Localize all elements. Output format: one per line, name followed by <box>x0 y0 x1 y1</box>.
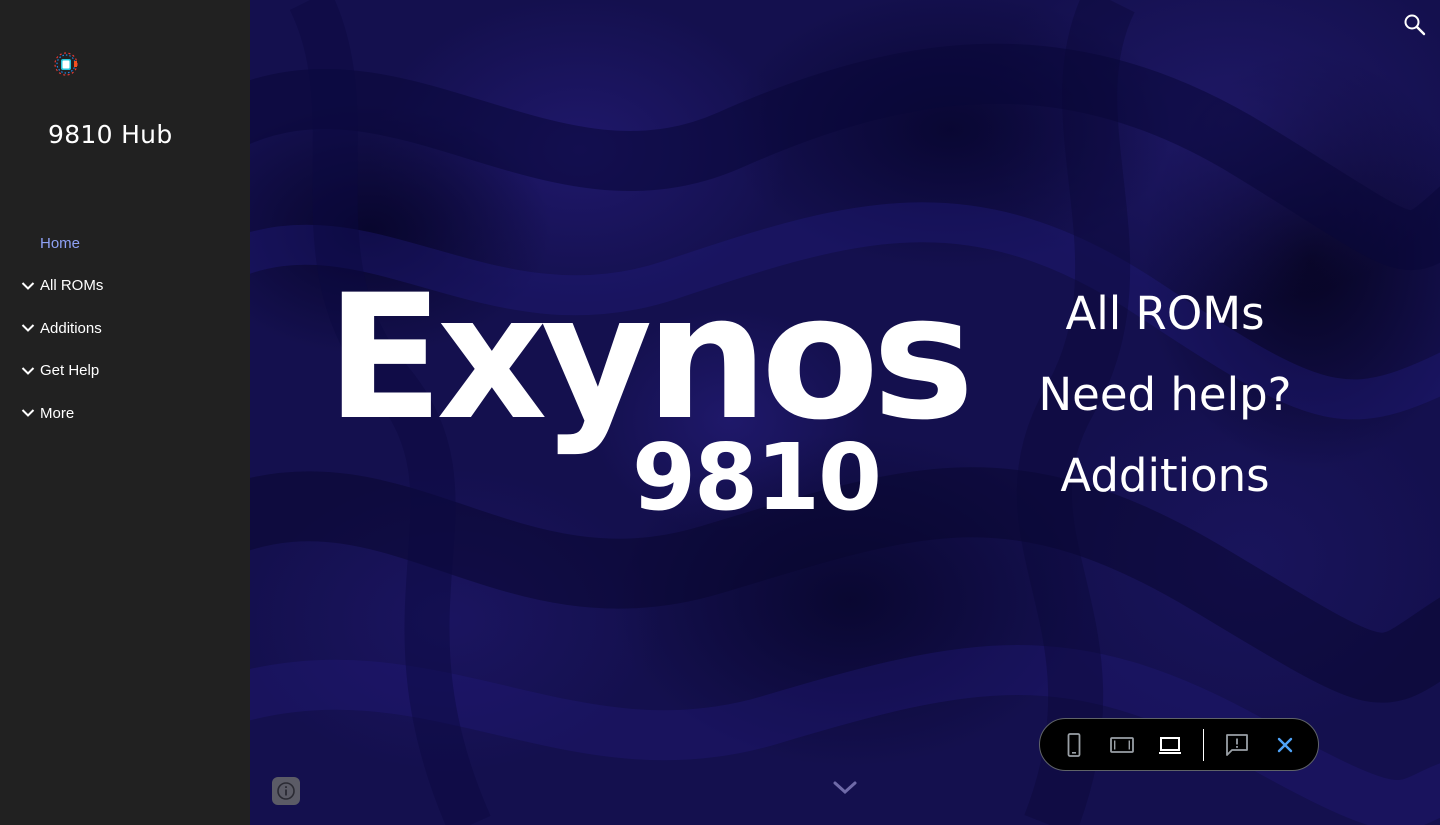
hero-link-additions[interactable]: Additions <box>1010 444 1320 525</box>
sidebar-item-label: Get Help <box>40 362 100 380</box>
info-icon[interactable] <box>272 777 300 805</box>
sidebar-nav: Home All ROMs Additions Get Help More <box>0 222 250 435</box>
sidebar-item-label: Additions <box>40 319 102 337</box>
chevron-down-icon[interactable] <box>20 363 36 379</box>
sidebar-item-get-help[interactable]: Get Help <box>0 350 250 393</box>
chip-logo-icon[interactable] <box>52 50 82 80</box>
sidebar-item-label: Home <box>40 234 81 252</box>
search-icon[interactable] <box>1402 12 1428 38</box>
chevron-down-icon[interactable] <box>832 776 858 798</box>
chevron-down-icon[interactable] <box>20 278 36 294</box>
sidebar-item-home[interactable]: Home <box>0 222 250 265</box>
preview-toolbar <box>1039 718 1319 771</box>
sidebar-item-label: All ROMs <box>40 277 104 295</box>
page: 9810 Hub Home All ROMs Additions Get Hel… <box>0 0 1440 825</box>
site-title[interactable]: 9810 Hub <box>48 120 172 149</box>
hero-link-all-roms[interactable]: All ROMs <box>1010 282 1320 363</box>
hero-links: All ROMs Need help? Additions <box>1010 282 1320 525</box>
chevron-down-icon[interactable] <box>20 320 36 336</box>
laptop-icon[interactable] <box>1156 731 1184 759</box>
chevron-down-icon[interactable] <box>20 405 36 421</box>
feedback-icon[interactable] <box>1223 731 1251 759</box>
phone-icon[interactable] <box>1060 731 1088 759</box>
sidebar: 9810 Hub Home All ROMs Additions Get Hel… <box>0 0 250 825</box>
sidebar-item-more[interactable]: More <box>0 392 250 435</box>
hero-link-need-help[interactable]: Need help? <box>1010 363 1320 444</box>
toolbar-divider <box>1203 729 1204 761</box>
hero-chip-text: 9810 <box>632 424 882 531</box>
hero-brand-text: Exynos <box>326 257 975 458</box>
sidebar-item-label: More <box>40 404 75 422</box>
tablet-icon[interactable] <box>1108 731 1136 759</box>
sidebar-item-all-roms[interactable]: All ROMs <box>0 265 250 308</box>
sidebar-item-additions[interactable]: Additions <box>0 307 250 350</box>
hero-logo: Exynos 9810 <box>326 272 975 531</box>
hero-section: Exynos 9810 All ROMs Need help? Addition… <box>250 0 1440 825</box>
close-icon[interactable] <box>1271 731 1299 759</box>
